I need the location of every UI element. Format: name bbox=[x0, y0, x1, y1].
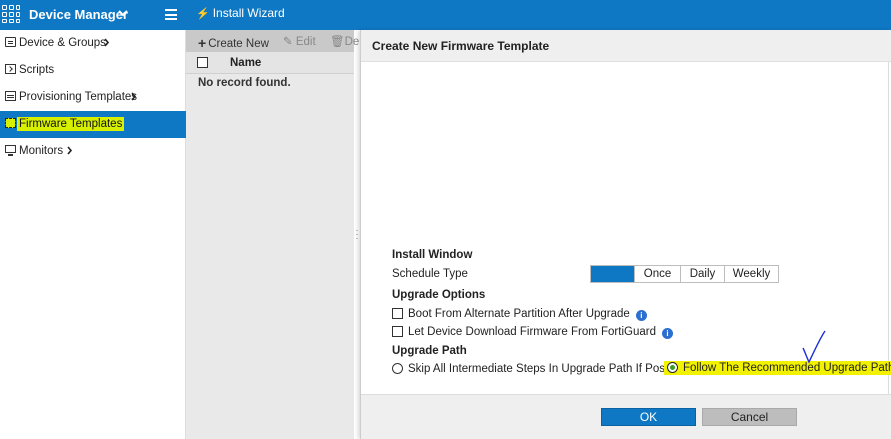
edit-icon: ✎ bbox=[283, 36, 293, 48]
dialog-footer: OK Cancel bbox=[361, 394, 891, 439]
delete-button[interactable]: 🗑De bbox=[330, 34, 359, 48]
select-all-checkbox[interactable] bbox=[197, 57, 208, 68]
dialog-body: Install Window Schedule Type None Once D… bbox=[364, 62, 891, 394]
schedule-option-none[interactable]: None bbox=[591, 266, 635, 282]
empty-message: No record found. bbox=[198, 77, 291, 89]
schedule-type-label: Schedule Type bbox=[392, 268, 468, 280]
let-device-download-option[interactable]: Let Device Download Firmware From FortiG… bbox=[392, 326, 673, 339]
sidebar-item-label: Device & Groups bbox=[19, 37, 106, 49]
apps-grid-icon[interactable] bbox=[2, 5, 21, 24]
create-firmware-template-dialog: Create New Firmware Template Install Win… bbox=[360, 30, 891, 439]
dialog-header: Create New Firmware Template bbox=[361, 30, 891, 62]
wand-icon: ⚡ bbox=[196, 8, 210, 20]
boot-alt-partition-checkbox[interactable] bbox=[392, 308, 403, 319]
install-wizard-label: Install Wizard bbox=[212, 6, 285, 20]
follow-recommended-label: Follow The Recommended Upgrade Path bbox=[683, 362, 891, 374]
follow-recommended-radio[interactable] bbox=[667, 362, 678, 373]
chevron-right-icon bbox=[67, 146, 73, 155]
install-wizard-button[interactable]: ⚡ Install Wizard bbox=[196, 6, 285, 20]
monitor-icon bbox=[5, 145, 16, 156]
menu-icon[interactable] bbox=[165, 9, 177, 20]
chevron-right-icon bbox=[131, 92, 137, 101]
column-header-name[interactable]: Name bbox=[230, 57, 261, 69]
dialog-title: Create New Firmware Template bbox=[372, 39, 550, 53]
list-header: Name bbox=[186, 52, 354, 74]
scripts-icon bbox=[5, 64, 16, 74]
plus-icon: + bbox=[198, 35, 207, 51]
schedule-option-weekly[interactable]: Weekly bbox=[725, 266, 778, 282]
template-list-panel: + Create New ✎ Edit 🗑De Name No record fo… bbox=[186, 30, 359, 439]
top-bar: Device Manager ⚡ Install Wizard bbox=[0, 0, 891, 30]
boot-alt-partition-label: Boot From Alternate Partition After Upgr… bbox=[408, 308, 630, 320]
edit-button[interactable]: ✎ Edit bbox=[283, 34, 316, 48]
schedule-option-daily[interactable]: Daily bbox=[681, 266, 725, 282]
sidebar-item-label: Monitors bbox=[19, 145, 64, 157]
ok-button[interactable]: OK bbox=[601, 408, 696, 426]
list-toolbar: + Create New ✎ Edit 🗑De bbox=[186, 30, 359, 52]
sidebar: Device & Groups Scripts Provisioning Tem… bbox=[0, 30, 186, 439]
follow-recommended-highlight: Follow The Recommended Upgrade Path bbox=[664, 361, 891, 375]
edit-label: Edit bbox=[295, 36, 316, 48]
schedule-type-selector: None Once Daily Weekly bbox=[590, 265, 779, 283]
provisioning-icon bbox=[5, 91, 16, 101]
chevron-down-icon[interactable] bbox=[118, 8, 128, 18]
devices-icon bbox=[5, 37, 16, 47]
sidebar-item-scripts[interactable]: Scripts bbox=[0, 57, 186, 84]
info-icon[interactable]: i bbox=[635, 310, 647, 321]
create-new-button[interactable]: + Create New bbox=[198, 34, 269, 51]
let-device-download-checkbox[interactable] bbox=[392, 326, 403, 337]
sidebar-item-monitors[interactable]: Monitors bbox=[0, 138, 186, 165]
info-icon[interactable]: i bbox=[661, 328, 673, 339]
sidebar-item-provisioning-templates[interactable]: Provisioning Templates bbox=[0, 84, 186, 111]
sidebar-item-device-groups[interactable]: Device & Groups bbox=[0, 30, 186, 57]
trash-icon: 🗑 bbox=[330, 36, 345, 48]
sidebar-item-label: Firmware Templates bbox=[17, 117, 125, 131]
sidebar-item-label: Provisioning Templates bbox=[19, 91, 138, 103]
install-window-heading: Install Window bbox=[392, 249, 473, 261]
skip-steps-option[interactable]: Skip All Intermediate Steps In Upgrade P… bbox=[392, 363, 689, 375]
cancel-button[interactable]: Cancel bbox=[702, 408, 797, 426]
sidebar-item-label: Scripts bbox=[19, 64, 55, 76]
chevron-right-icon bbox=[104, 38, 110, 47]
let-device-download-label: Let Device Download Firmware From FortiG… bbox=[408, 326, 656, 338]
firmware-icon bbox=[5, 118, 16, 128]
skip-steps-label: Skip All Intermediate Steps In Upgrade P… bbox=[408, 363, 689, 375]
create-new-label: Create New bbox=[208, 38, 269, 50]
boot-alt-partition-option[interactable]: Boot From Alternate Partition After Upgr… bbox=[392, 308, 647, 321]
delete-label: De bbox=[344, 36, 360, 48]
schedule-option-once[interactable]: Once bbox=[635, 266, 681, 282]
handwritten-checkmark-icon bbox=[802, 330, 826, 364]
sidebar-item-firmware-templates[interactable]: Firmware Templates bbox=[0, 111, 186, 138]
upgrade-options-heading: Upgrade Options bbox=[392, 289, 486, 301]
skip-steps-radio[interactable] bbox=[392, 363, 403, 374]
upgrade-path-heading: Upgrade Path bbox=[392, 345, 467, 357]
app-title[interactable]: Device Manager bbox=[29, 7, 128, 22]
follow-recommended-option[interactable]: Follow The Recommended Upgrade Path bbox=[664, 361, 891, 375]
